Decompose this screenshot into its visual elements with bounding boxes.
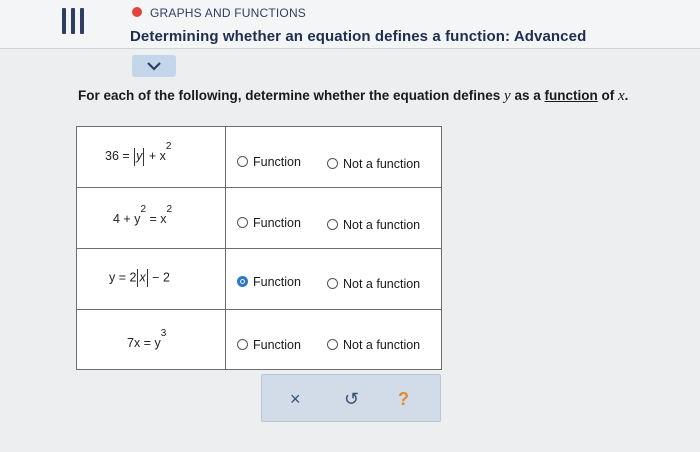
table-row: y = 2x − 2 Function Not a function (77, 249, 441, 310)
instruction-text: For each of the following, determine whe… (78, 88, 628, 105)
instruction-var-y: y (504, 88, 511, 104)
function-definition-link[interactable]: function (545, 88, 598, 103)
page-title: Determining whether an equation defines … (130, 28, 587, 45)
equation-cell: y = 2x − 2 (77, 249, 226, 309)
eq-part: y (136, 149, 143, 164)
not-function-option[interactable]: Not a function (327, 338, 420, 352)
eq-part: 7x = y (127, 336, 161, 351)
radio-icon[interactable] (327, 158, 338, 169)
equation-cell: 36 = y + x2 (77, 127, 226, 187)
eq-part: 4 + y (113, 212, 141, 227)
radio-icon[interactable] (237, 339, 248, 350)
instruction-mid: as a (510, 88, 545, 103)
eq-exponent: 2 (165, 141, 172, 152)
option-label: Not a function (343, 277, 421, 291)
equation-cell: 7x = y3 (77, 310, 226, 370)
option-label: Not a function (343, 338, 421, 352)
function-option[interactable]: Function (237, 216, 301, 230)
eq-exponent: 2 (166, 204, 173, 215)
instruction-var-x: x (618, 88, 625, 104)
option-label: Not a function (343, 157, 421, 171)
option-label: Function (253, 155, 301, 169)
instruction-after: of (597, 88, 618, 103)
function-option[interactable]: Function (237, 155, 301, 169)
topic-label: GRAPHS AND FUNCTIONS (150, 6, 307, 20)
option-label: Function (253, 338, 301, 352)
eq-part: x (139, 270, 146, 285)
not-function-option[interactable]: Not a function (327, 157, 420, 171)
action-bar: × ↺ ? (261, 374, 441, 422)
app-header: GRAPHS AND FUNCTIONS Determining whether… (0, 0, 700, 49)
topic-status-dot-icon (132, 7, 142, 17)
eq-exponent: 2 (140, 204, 147, 215)
eq-part: + x (145, 149, 166, 164)
instruction-end: . (624, 88, 629, 103)
eq-part: = x (146, 212, 167, 227)
radio-icon[interactable] (327, 219, 338, 230)
table-row: 7x = y3 Function Not a function (77, 310, 441, 370)
instruction-before: For each of the following, determine whe… (78, 88, 505, 103)
help-icon[interactable]: ? (398, 389, 409, 410)
undo-icon[interactable]: ↺ (344, 389, 359, 410)
not-function-option[interactable]: Not a function (327, 218, 420, 232)
eq-part: y = 2 (109, 270, 137, 285)
equation: 36 = y + x2 (105, 141, 171, 166)
radio-icon[interactable] (237, 217, 248, 228)
table-row: 36 = y + x2 Function Not a function (77, 127, 441, 188)
table-row: 4 + y2 = x2 Function Not a function (77, 188, 441, 249)
collapse-toggle-button[interactable] (132, 55, 176, 77)
equation: y = 2x − 2 (109, 269, 170, 287)
option-label: Function (253, 275, 301, 289)
option-label: Function (253, 216, 301, 230)
not-function-option[interactable]: Not a function (327, 277, 420, 291)
eq-part: 36 = (105, 149, 134, 164)
eq-part: − 2 (148, 270, 170, 285)
function-option[interactable]: Function (237, 275, 301, 289)
radio-selected-icon[interactable] (237, 276, 248, 287)
equation: 4 + y2 = x2 (113, 204, 172, 227)
chevron-down-icon (147, 62, 161, 71)
radio-icon[interactable] (327, 278, 338, 289)
radio-icon[interactable] (327, 339, 338, 350)
equations-table: 36 = y + x2 Function Not a function 4 + … (76, 126, 442, 370)
option-label: Not a function (343, 218, 421, 232)
equation-cell: 4 + y2 = x2 (77, 188, 226, 248)
eq-exponent: 3 (160, 328, 167, 339)
equation: 7x = y3 (127, 328, 166, 351)
hamburger-menu-icon[interactable] (54, 8, 94, 36)
function-option[interactable]: Function (237, 338, 301, 352)
clear-icon[interactable]: × (290, 389, 301, 410)
radio-icon[interactable] (237, 156, 248, 167)
